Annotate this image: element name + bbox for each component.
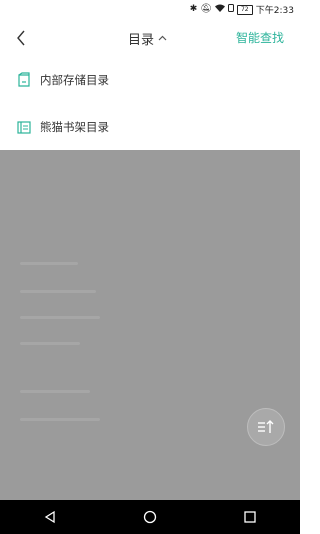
circle-home-icon bbox=[143, 510, 157, 524]
dim-overlay[interactable] bbox=[0, 150, 300, 500]
menu-item-internal-storage[interactable]: 内部存储目录 bbox=[0, 57, 300, 103]
directory-menu: 内部存储目录 熊猫书架目录 bbox=[0, 57, 300, 150]
phone-storage-icon bbox=[16, 72, 32, 88]
background-line bbox=[20, 418, 100, 421]
square-recents-icon bbox=[244, 511, 256, 523]
background-line bbox=[20, 390, 90, 393]
mute-icon: 🔕︎ bbox=[200, 4, 212, 14]
triangle-back-icon bbox=[44, 510, 55, 524]
back-arrow-icon bbox=[17, 30, 25, 46]
background-line bbox=[20, 342, 80, 345]
background-line bbox=[20, 316, 100, 319]
status-bar: ✱ 🔕︎ 72 下午2:33 bbox=[0, 0, 300, 19]
nav-home-button[interactable] bbox=[130, 500, 170, 534]
navigation-bar bbox=[0, 500, 300, 534]
bookshelf-icon bbox=[16, 119, 32, 135]
background-line bbox=[20, 290, 96, 293]
sort-up-icon bbox=[258, 420, 274, 433]
smart-search-button[interactable]: 智能查找 bbox=[236, 29, 284, 46]
scroll-top-button[interactable] bbox=[247, 408, 285, 446]
chevron-up-icon bbox=[158, 35, 167, 41]
sim-icon bbox=[227, 4, 234, 15]
toolbar: 目录 智能查找 bbox=[0, 19, 300, 57]
background-line bbox=[20, 262, 78, 265]
menu-item-bookshelf[interactable]: 熊猫书架目录 bbox=[0, 104, 300, 150]
bluetooth-icon: ✱ bbox=[189, 4, 198, 14]
nav-recents-button[interactable] bbox=[230, 500, 270, 534]
menu-item-label: 内部存储目录 bbox=[40, 73, 109, 87]
page-title: 目录 bbox=[128, 32, 155, 48]
back-button[interactable] bbox=[12, 28, 30, 48]
clock: 下午2:33 bbox=[255, 6, 294, 16]
wifi-icon bbox=[214, 4, 225, 15]
nav-back-button[interactable] bbox=[30, 500, 70, 534]
title-dropdown[interactable]: 目录 bbox=[128, 28, 167, 48]
menu-item-label: 熊猫书架目录 bbox=[40, 120, 109, 134]
battery-icon: 72 bbox=[236, 4, 253, 15]
